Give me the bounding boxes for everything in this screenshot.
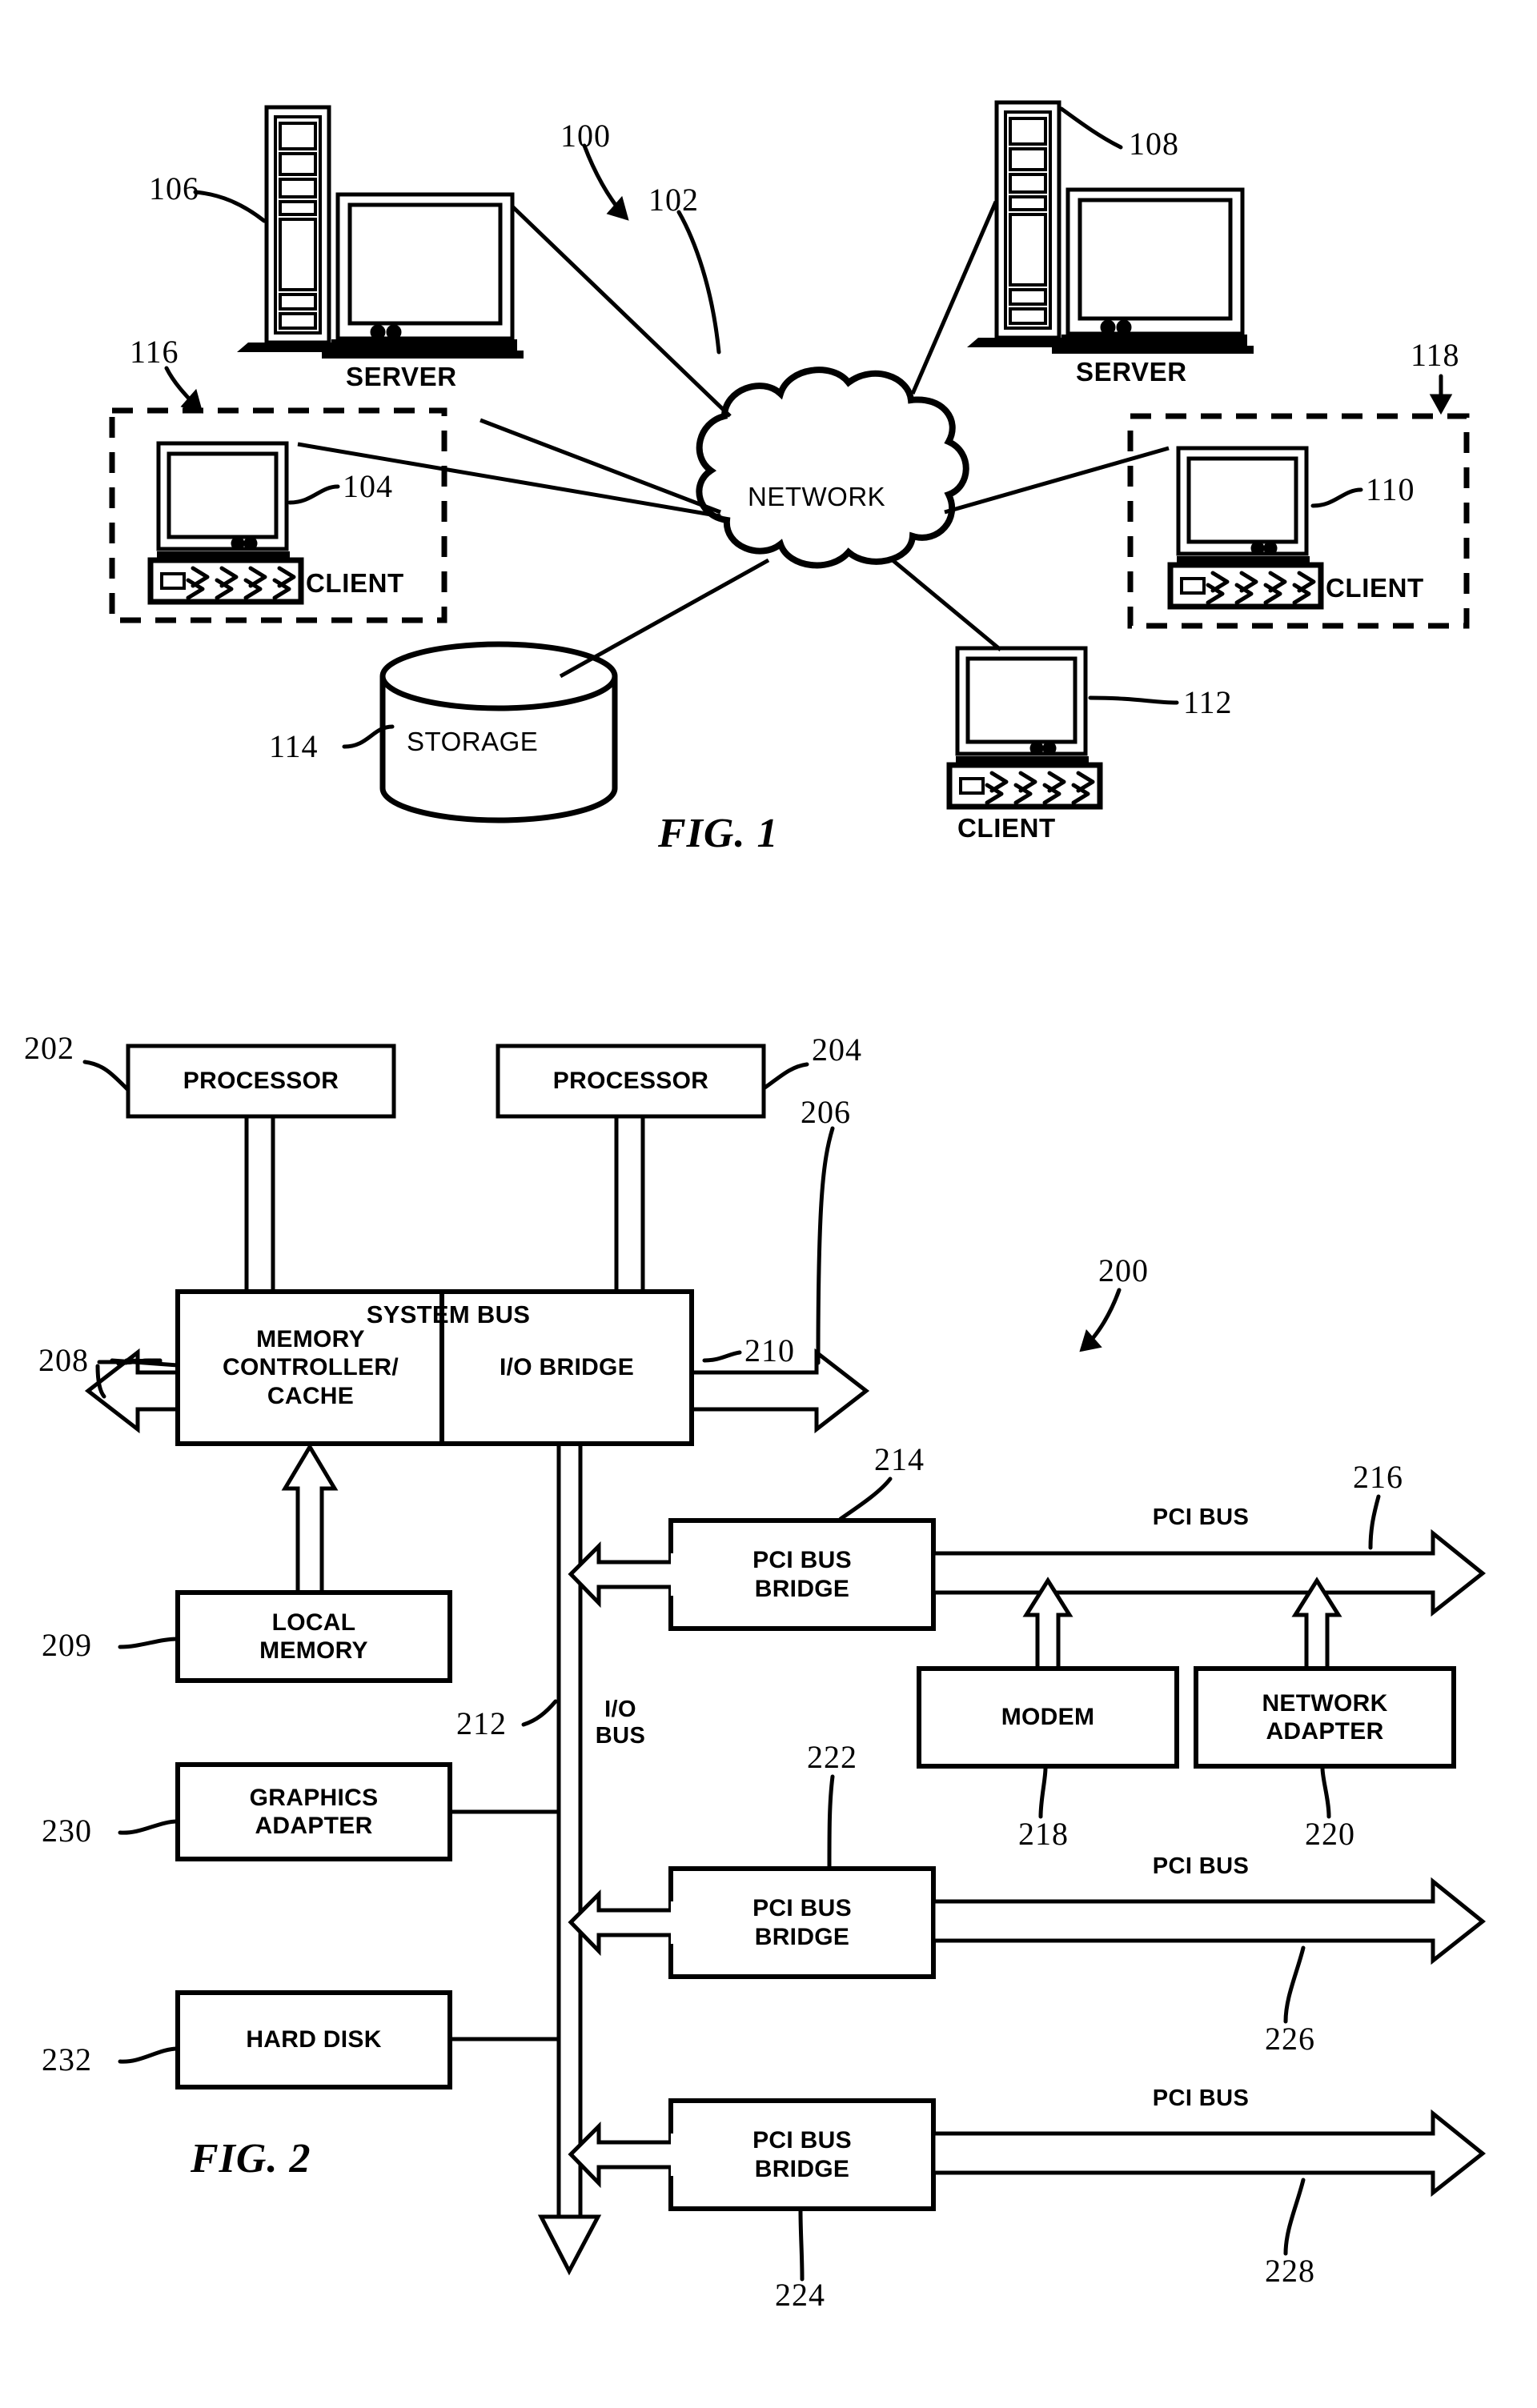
figure-2-caption: FIG. 2	[191, 2136, 311, 2182]
network-adapter-box	[1194, 1666, 1456, 1769]
network-cloud-label: NETWORK	[748, 482, 886, 511]
pci-bridge-222-box	[668, 1866, 936, 1979]
client-computer-112	[946, 646, 1103, 810]
ref-209: 209	[42, 1627, 92, 1663]
network-cloud-102	[696, 367, 969, 569]
hard-disk-box	[175, 1990, 452, 2089]
ref-222: 222	[807, 1739, 857, 1775]
ref-102: 102	[648, 182, 699, 218]
io-bus-label: I/O BUS	[595, 1697, 646, 1749]
client-104-label: CLIENT	[306, 568, 404, 598]
server-tower-left	[237, 105, 334, 352]
ref-228: 228	[1265, 2253, 1315, 2289]
ref-216: 216	[1353, 1459, 1403, 1495]
pci-bus-226-label: PCI BUS	[1152, 1853, 1250, 1879]
patent-drawing-sheet: 106 108 100 102 116 118 104 110 112 114 …	[0, 0, 1537, 2408]
ref-204: 204	[812, 1032, 862, 1068]
pci-bus-216-label: PCI BUS	[1152, 1504, 1250, 1530]
ref-232: 232	[42, 2041, 92, 2077]
ref-116: 116	[130, 334, 179, 370]
ref-200: 200	[1098, 1252, 1149, 1288]
ref-100: 100	[560, 118, 611, 154]
ref-206: 206	[801, 1094, 851, 1130]
ref-212: 212	[456, 1705, 507, 1741]
ref-104: 104	[343, 468, 393, 504]
server-monitor-left	[322, 192, 524, 359]
pci-224-to-iobus-arrow	[568, 2121, 688, 2189]
ref-208: 208	[38, 1342, 89, 1378]
processor-boxes	[126, 1044, 766, 1119]
ref-114: 114	[269, 728, 319, 764]
pci-bus-226	[931, 1877, 1487, 1965]
server-right-label: SERVER	[1076, 357, 1187, 387]
client-112-label: CLIENT	[957, 813, 1056, 843]
modem-box	[917, 1666, 1179, 1769]
server-left-label: SERVER	[346, 362, 457, 391]
ref-110: 110	[1366, 471, 1415, 507]
ref-218: 218	[1018, 1816, 1069, 1852]
ref-214: 214	[874, 1441, 925, 1477]
pci-bus-216	[931, 1529, 1487, 1617]
ref-230: 230	[42, 1813, 92, 1849]
pci-222-to-iobus-arrow	[568, 1889, 688, 1957]
ref-226: 226	[1265, 2021, 1315, 2057]
server-monitor-right	[1052, 187, 1254, 354]
pci-bus-228	[931, 2109, 1487, 2198]
local-memory-box	[175, 1590, 452, 1683]
client-computer-110	[1167, 446, 1324, 610]
ref-210: 210	[744, 1332, 795, 1368]
figure-1-graphics	[109, 100, 1470, 823]
pci-bridge-214-box	[668, 1518, 936, 1631]
ref-220: 220	[1305, 1816, 1355, 1852]
pci-bus-228-label: PCI BUS	[1152, 2085, 1250, 2111]
pci-bridge-224-box	[668, 2098, 936, 2211]
client-computer-104	[147, 441, 304, 605]
pci-214-to-iobus-arrow	[568, 1541, 688, 1609]
ref-108: 108	[1129, 126, 1179, 162]
storage-label: STORAGE	[407, 727, 539, 756]
ref-224: 224	[775, 2277, 825, 2313]
memory-io-box	[175, 1289, 694, 1446]
ref-118: 118	[1411, 337, 1460, 373]
client-110-label: CLIENT	[1326, 573, 1424, 603]
figure-1-caption: FIG. 1	[658, 811, 779, 856]
server-tower-right	[967, 100, 1064, 347]
graphics-adapter-box	[175, 1762, 452, 1861]
ref-112: 112	[1183, 684, 1233, 720]
ref-202: 202	[24, 1030, 74, 1066]
ref-106: 106	[149, 170, 199, 206]
local-memory-arrow	[281, 1443, 339, 1595]
